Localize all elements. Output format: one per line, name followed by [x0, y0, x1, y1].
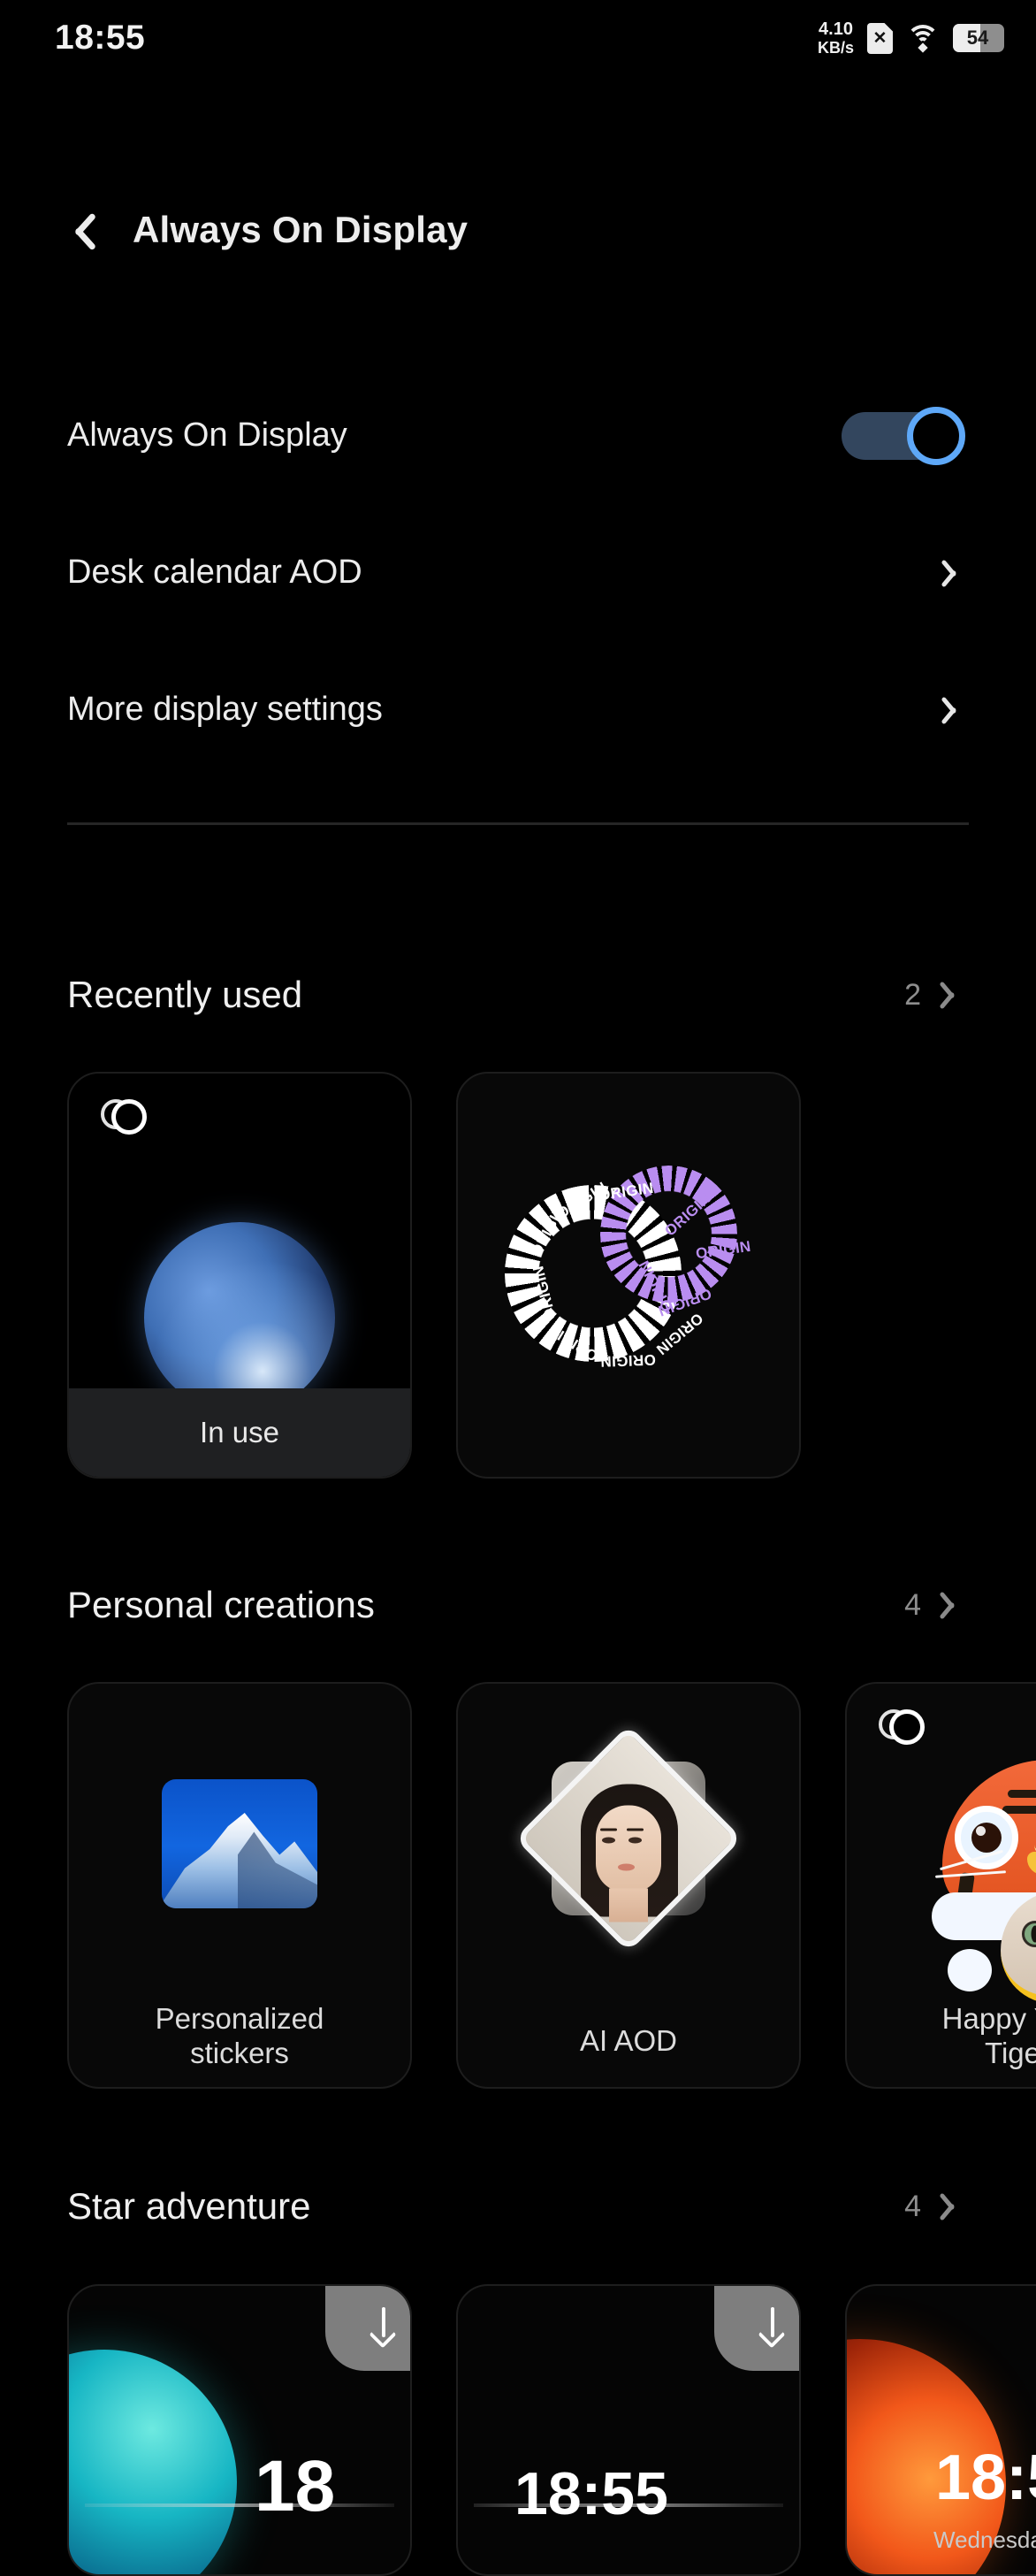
setting-label: More display settings — [67, 691, 383, 728]
card-label: AI AOD — [458, 2024, 799, 2059]
section-header-personal-creations[interactable]: Personal creations 4 — [0, 1574, 1036, 1636]
card-status-footer: In use — [69, 1388, 410, 1477]
setting-label: Desk calendar AOD — [67, 554, 362, 591]
card-clock-text: 18:55 — [514, 2460, 668, 2527]
section-divider — [67, 822, 969, 825]
download-arrow — [771, 2307, 774, 2337]
page-title: Always On Display — [133, 209, 468, 250]
status-bar-clock: 18:55 — [55, 19, 146, 57]
portrait-lips — [618, 1863, 635, 1871]
section-title: Personal creations — [67, 1584, 375, 1625]
card-status-label: In use — [200, 1416, 279, 1449]
hat-pompom — [948, 1949, 992, 1991]
wifi-icon — [906, 25, 940, 53]
card-label: Happy Year Tiger — [847, 2002, 1036, 2071]
origin-rings-artwork: ORIGIN ORIGIN ORIGIN ORIGIN ORIGIN ORIGI… — [488, 1144, 761, 1390]
back-chevron-icon[interactable] — [62, 206, 94, 254]
card-label-line1: AI AOD — [579, 2024, 678, 2058]
ai-diamond-frame — [514, 1724, 743, 1953]
card-label-line2: stickers — [190, 2037, 289, 2070]
battery-icon: 54 — [953, 24, 1004, 52]
download-icon[interactable] — [714, 2286, 799, 2371]
moon-badge-inner — [111, 1099, 147, 1135]
section-count: 4 — [904, 2189, 921, 2223]
recently-used-card-row: In use ORIGIN ORIGIN ORIGIN ORIGIN ORIGI… — [67, 1072, 801, 1479]
tiger-stripe — [1002, 1806, 1036, 1814]
ai-portrait-artwork — [514, 1724, 743, 1953]
portrait-eye-right — [628, 1837, 642, 1844]
portrait-neck — [609, 1888, 648, 1922]
network-speed-value: 4.10 — [819, 19, 853, 39]
card-label-line2: Tiger — [985, 2037, 1036, 2070]
section-title: Star adventure — [67, 2185, 311, 2227]
portrait-brow-left — [600, 1828, 617, 1831]
portrait-face — [596, 1805, 661, 1892]
settings-list: Always On Display Desk calendar AOD More… — [0, 367, 1036, 778]
status-bar: 18:55 4.10 KB/s ✕ 54 — [0, 0, 1036, 76]
aod-card-moon[interactable]: In use — [67, 1072, 412, 1479]
tiger-stripe — [1008, 1790, 1036, 1798]
card-label-line1: Personalized — [155, 2002, 324, 2036]
section-count: 2 — [904, 977, 921, 1012]
aod-card-personalized-stickers[interactable]: Personalized stickers — [67, 1682, 412, 2089]
moon-phase-icon — [101, 1097, 147, 1137]
aod-card-dark-clock[interactable]: 18:55 — [456, 2284, 801, 2576]
section-count: 4 — [904, 1587, 921, 1622]
cat-eye-left — [1022, 1921, 1036, 1947]
network-speed-indicator: 4.10 KB/s — [818, 20, 854, 56]
tiger-pupil — [971, 1823, 1002, 1853]
section-header-recently-used[interactable]: Recently used 2 — [0, 964, 1036, 1026]
chevron-right-icon[interactable] — [944, 2190, 964, 2223]
sim-card-no-service-icon: ✕ — [867, 22, 893, 54]
portrait-eye-left — [602, 1837, 615, 1844]
card-label-line1: Happy Year — [941, 2002, 1036, 2036]
network-speed-unit: KB/s — [817, 39, 854, 57]
aod-card-orange-planet[interactable]: 18:5 Wednesday, Oct — [845, 2284, 1036, 2576]
section-header-star-adventure[interactable]: Star adventure 4 — [0, 2175, 1036, 2237]
toggle-knob — [907, 406, 965, 465]
origin-word: ORIGIN — [599, 1350, 657, 1371]
status-bar-icons: 4.10 KB/s ✕ 54 — [818, 20, 1004, 56]
setting-row-more-display-settings[interactable]: More display settings — [0, 641, 1036, 778]
star-adventure-card-row: 18 18:55 18:5 Wednesday, Oct — [67, 2284, 1036, 2576]
section-header-right: 2 — [904, 978, 964, 1013]
chevron-right-icon — [946, 693, 965, 727]
section-title: Recently used — [67, 974, 303, 1015]
download-arrow — [382, 2307, 385, 2337]
app-bar: Always On Display — [0, 181, 1036, 279]
teal-planet-artwork — [69, 2350, 237, 2574]
chevron-right-icon — [946, 556, 965, 590]
chevron-right-icon[interactable] — [944, 978, 964, 1012]
personal-creations-card-row: Personalized stickers AI AOD Happy Tig — [67, 1682, 1036, 2089]
moon-sphere — [144, 1222, 335, 1413]
setting-row-desk-calendar-aod[interactable]: Desk calendar AOD — [0, 504, 1036, 641]
section-header-right: 4 — [904, 1588, 964, 1623]
card-date-text: Wednesday, Oct — [933, 2526, 1036, 2553]
chevron-right-icon[interactable] — [944, 1588, 964, 1622]
card-clock-text: 18 — [255, 2446, 336, 2526]
portrait-brow-right — [627, 1828, 644, 1831]
setting-label: Always On Display — [67, 417, 347, 454]
card-label: Personalized stickers — [69, 2002, 410, 2071]
mountain-artwork — [162, 1779, 317, 1908]
aod-card-teal-planet[interactable]: 18 — [67, 2284, 412, 2576]
always-on-display-toggle[interactable] — [842, 406, 965, 465]
aod-card-ai-aod[interactable]: AI AOD — [456, 1682, 801, 2089]
sim-x-glyph: ✕ — [872, 28, 887, 48]
clock-underline — [85, 2503, 394, 2507]
battery-level-text: 54 — [966, 27, 989, 49]
download-icon[interactable] — [325, 2286, 410, 2371]
aod-card-happy-year-tiger[interactable]: Happy Year Tiger — [845, 1682, 1036, 2089]
aod-card-origin-rings[interactable]: ORIGIN ORIGIN ORIGIN ORIGIN ORIGIN ORIGI… — [456, 1072, 801, 1479]
setting-row-always-on-display[interactable]: Always On Display — [0, 367, 1036, 504]
section-header-right: 4 — [904, 2190, 964, 2224]
card-clock-text: 18:5 — [935, 2442, 1036, 2513]
tiger-cat-artwork — [932, 1760, 1036, 2004]
moon-badge-inner — [889, 1709, 925, 1745]
moon-phase-icon — [879, 1707, 925, 1747]
